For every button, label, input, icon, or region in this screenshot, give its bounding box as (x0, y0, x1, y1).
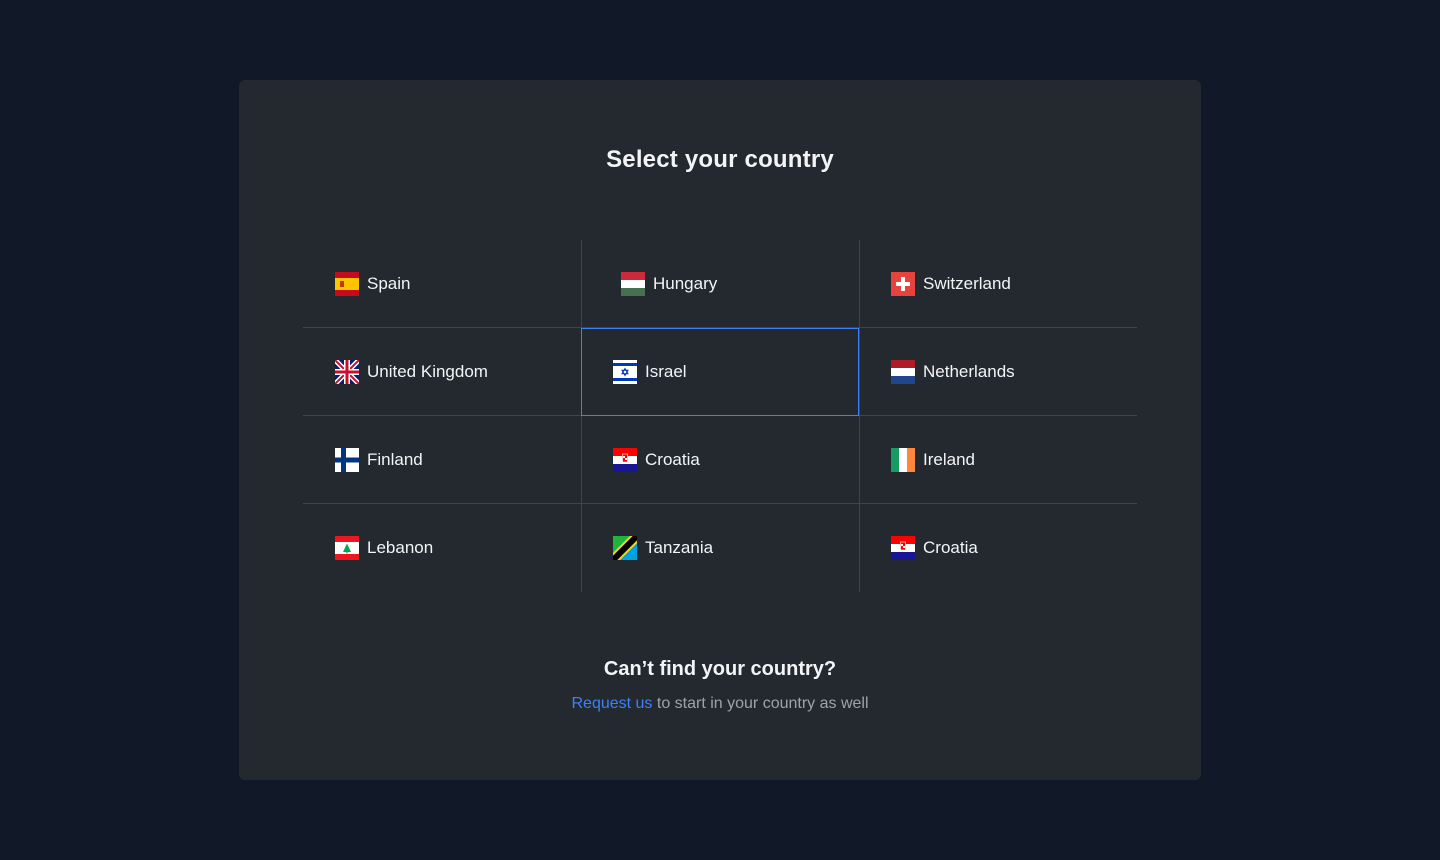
country-option-israel[interactable]: Israel (581, 328, 859, 416)
country-name: Lebanon (367, 538, 434, 557)
country-option-hungary[interactable]: Hungary (581, 240, 859, 328)
cant-find-heading: Can’t find your country? (603, 658, 837, 680)
country-name: Spain (367, 274, 411, 293)
country-option-finland[interactable]: Finland (303, 416, 581, 504)
switzerland-flag-icon (891, 272, 915, 296)
finland-flag-icon (335, 448, 359, 472)
ireland-flag-icon (891, 448, 915, 472)
lebanon-flag-icon (335, 536, 359, 560)
croatia-flag-icon (613, 448, 637, 472)
country-name: United Kingdom (367, 362, 488, 381)
request-text: Request us to start in your country as w… (239, 695, 1201, 713)
country-option-netherlands[interactable]: Netherlands (859, 328, 1137, 416)
country-selector-card: Select your country Spain Hungary Switze… (239, 80, 1201, 780)
country-name: Tanzania (645, 538, 714, 557)
country-name: Croatia (923, 538, 978, 557)
country-option-tanzania[interactable]: Tanzania (581, 504, 859, 592)
request-rest-text: to start in your country as well (652, 695, 869, 712)
country-option-croatia-2[interactable]: Croatia (859, 504, 1137, 592)
country-grid: Spain Hungary Switzerland United Kingdom… (303, 240, 1137, 592)
croatia-flag-icon (891, 536, 915, 560)
country-option-croatia[interactable]: Croatia (581, 416, 859, 504)
tanzania-flag-icon (613, 536, 637, 560)
country-option-spain[interactable]: Spain (303, 240, 581, 328)
country-name: Finland (367, 450, 423, 469)
page-title: Select your country (606, 146, 834, 173)
country-name: Switzerland (923, 274, 1011, 293)
country-name: Israel (645, 362, 687, 381)
request-us-link[interactable]: Request us (571, 695, 652, 712)
country-name: Croatia (645, 450, 700, 469)
netherlands-flag-icon (891, 360, 915, 384)
country-option-united-kingdom[interactable]: United Kingdom (303, 328, 581, 416)
spain-flag-icon (335, 272, 359, 296)
country-option-lebanon[interactable]: Lebanon (303, 504, 581, 592)
country-name: Ireland (923, 450, 975, 469)
country-name: Netherlands (923, 362, 1015, 381)
uk-flag-icon (335, 360, 359, 384)
country-option-switzerland[interactable]: Switzerland (859, 240, 1137, 328)
country-name: Hungary (653, 274, 718, 293)
hungary-flag-icon (621, 272, 645, 296)
israel-flag-icon (613, 360, 637, 384)
country-option-ireland[interactable]: Ireland (859, 416, 1137, 504)
